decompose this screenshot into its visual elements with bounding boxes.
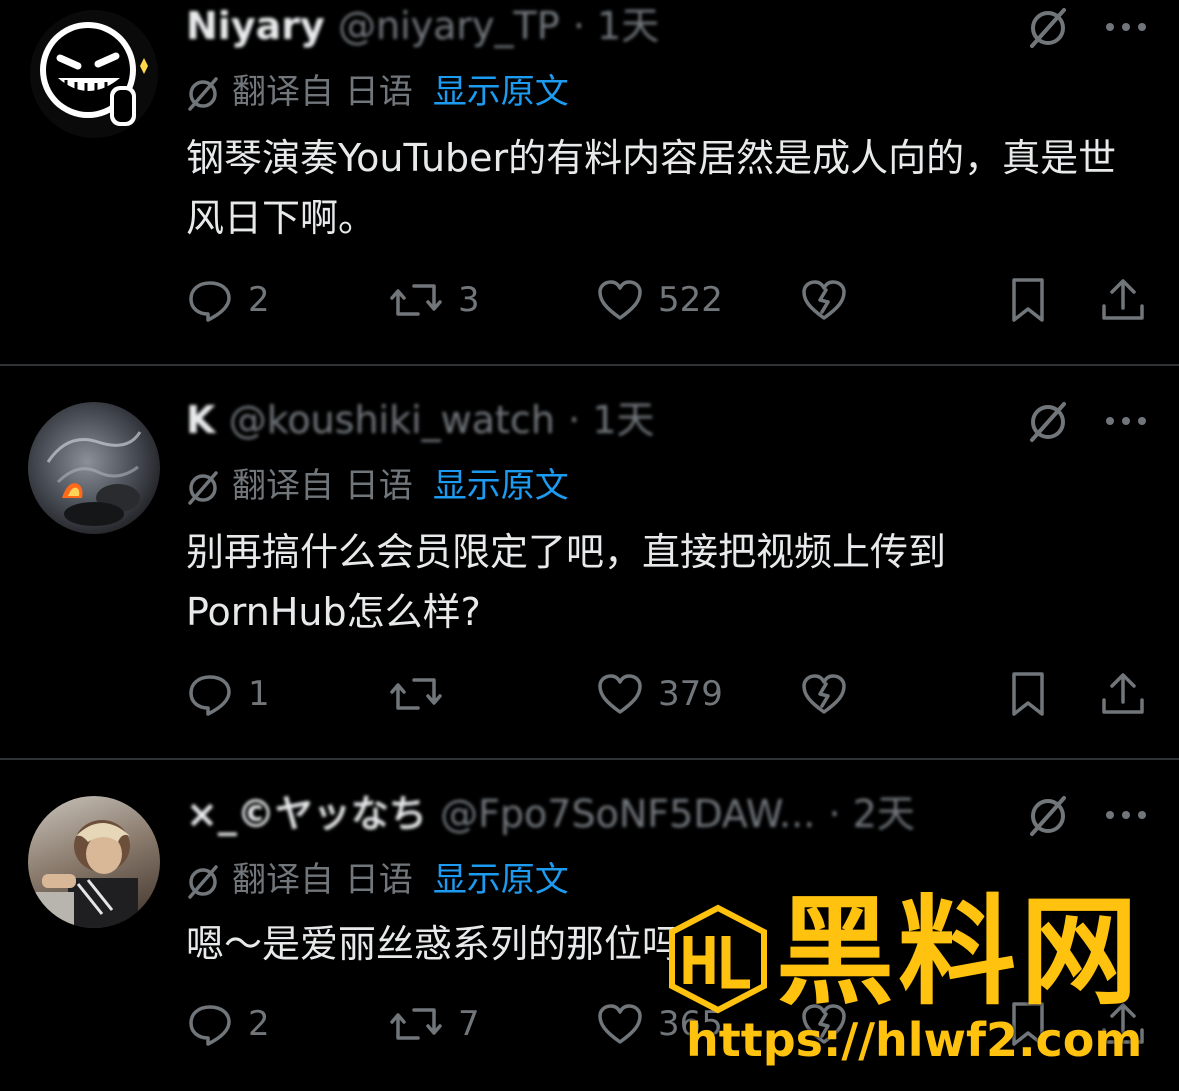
post-3[interactable]: ×_©ヤッなち @Fpo7SoNF5DAW... · 2天 翻译自 日语 显示原文… (0, 760, 1179, 1091)
share-button[interactable] (1100, 670, 1146, 718)
avatar[interactable] (28, 8, 160, 140)
more-options-icon[interactable] (1104, 808, 1148, 822)
grok-icon[interactable] (1026, 400, 1070, 444)
reply-icon (189, 281, 231, 322)
repost-icon (390, 1008, 442, 1040)
show-original-link[interactable]: 显示原文 (433, 72, 569, 112)
grok-icon[interactable] (1026, 794, 1070, 838)
post-time[interactable]: · 2天 (829, 792, 915, 836)
heart-icon (598, 1004, 642, 1044)
broken-heart-icon (802, 674, 846, 714)
author-handle[interactable]: @koushiki_watch (229, 398, 555, 442)
like-count: 365 (658, 1004, 723, 1044)
like-button[interactable]: 522 (596, 278, 723, 322)
translated-from: 翻译自 日语 (232, 466, 413, 506)
avatar[interactable] (28, 796, 160, 928)
heart-icon (598, 674, 642, 714)
translated-from: 翻译自 日语 (232, 72, 413, 112)
author-line: K @koushiki_watch · 1天 (186, 398, 655, 442)
bookmark-button[interactable] (1006, 1000, 1050, 1048)
share-icon (1102, 673, 1144, 714)
repost-count: 3 (458, 280, 480, 320)
heart-icon (598, 280, 642, 320)
reply-icon (189, 675, 231, 716)
like-button[interactable]: 365 (596, 1002, 723, 1046)
translated-from: 翻译自 日语 (232, 860, 413, 900)
author-line: ×_©ヤッなち @Fpo7SoNF5DAW... · 2天 (186, 792, 915, 836)
like-count: 379 (658, 674, 723, 714)
translate-icon (188, 470, 218, 505)
author-name[interactable]: Niyary (186, 4, 325, 48)
like-button[interactable]: 379 (596, 672, 723, 716)
share-button[interactable] (1100, 1000, 1146, 1048)
repost-button[interactable]: 7 (388, 1002, 480, 1046)
post-text: 嗯～是爱丽丝惑系列的那位吗? (186, 922, 701, 966)
author-handle[interactable]: @Fpo7SoNF5DAW... (440, 792, 815, 836)
repost-icon (390, 284, 442, 316)
author-name[interactable]: ×_©ヤッなち (186, 792, 427, 836)
translate-icon (188, 76, 218, 111)
reply-button[interactable]: 2 (186, 278, 270, 322)
repost-icon (390, 678, 442, 710)
bookmark-icon (1012, 672, 1044, 716)
bookmark-icon (1012, 1002, 1044, 1046)
reply-count: 2 (248, 280, 270, 320)
reply-icon (189, 1005, 231, 1046)
author-handle[interactable]: @niyary_TP (338, 4, 560, 48)
reply-button[interactable]: 2 (186, 1002, 270, 1046)
repost-count: 7 (458, 1004, 480, 1044)
broken-heart-icon (802, 280, 846, 320)
post-1[interactable]: Niyary @niyary_TP · 1天 翻译自 日语 显示原文 钢琴演奏Yo… (0, 0, 1179, 364)
bookmark-icon (1012, 278, 1044, 322)
translation-note: 翻译自 日语 显示原文 (186, 464, 569, 508)
like-count: 522 (658, 280, 723, 320)
repost-button[interactable]: 3 (388, 278, 480, 322)
translation-note: 翻译自 日语 显示原文 (186, 70, 569, 114)
post-time[interactable]: · 1天 (568, 398, 654, 442)
more-options-icon[interactable] (1104, 414, 1148, 428)
author-line: Niyary @niyary_TP · 1天 (186, 4, 659, 48)
post-time[interactable]: · 1天 (573, 4, 659, 48)
show-original-link[interactable]: 显示原文 (433, 466, 569, 506)
dislike-button[interactable] (800, 672, 848, 716)
reply-count: 2 (248, 1004, 270, 1044)
more-options-icon[interactable] (1104, 20, 1148, 34)
dislike-button[interactable] (800, 278, 848, 322)
share-icon (1102, 1003, 1144, 1044)
bookmark-button[interactable] (1006, 276, 1050, 324)
grok-icon[interactable] (1026, 6, 1070, 50)
reply-button[interactable]: 1 (186, 672, 270, 716)
post-text: 别再搞什么会员限定了吧，直接把视频上传到PornHub怎么样? (186, 530, 947, 634)
repost-button[interactable] (388, 672, 458, 716)
translate-icon (188, 864, 218, 899)
broken-heart-icon (802, 1004, 846, 1044)
post-2[interactable]: K @koushiki_watch · 1天 翻译自 日语 显示原文 别再搞什么会… (0, 366, 1179, 758)
share-button[interactable] (1100, 276, 1146, 324)
author-name[interactable]: K (186, 398, 215, 442)
post-text: 钢琴演奏YouTuber的有料内容居然是成人向的，真是世风日下啊。 (186, 136, 1117, 240)
bookmark-button[interactable] (1006, 670, 1050, 718)
translation-note: 翻译自 日语 显示原文 (186, 858, 569, 902)
show-original-link[interactable]: 显示原文 (433, 860, 569, 900)
dislike-button[interactable] (800, 1002, 848, 1046)
reply-count: 1 (248, 674, 270, 714)
share-icon (1102, 279, 1144, 320)
avatar[interactable] (28, 402, 160, 534)
